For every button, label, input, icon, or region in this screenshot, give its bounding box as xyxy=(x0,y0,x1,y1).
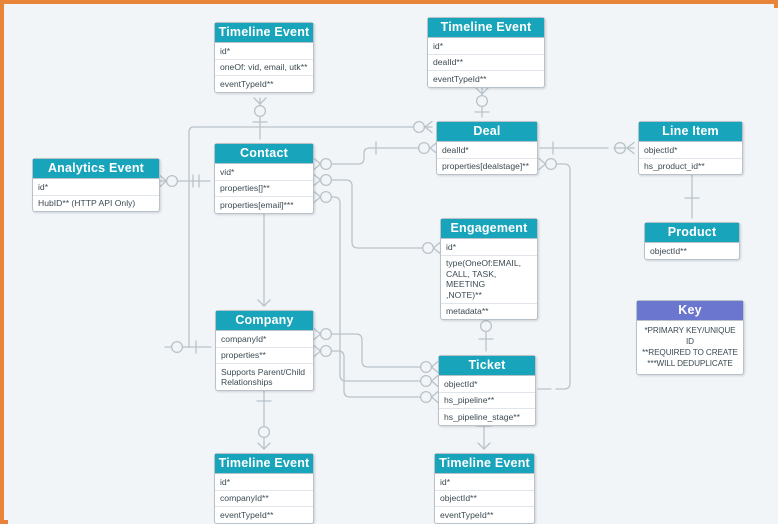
entity-field: eventTypeId** xyxy=(440,509,494,520)
entity-field: metadata** xyxy=(446,306,489,316)
entity-field: properties[dealstage]** xyxy=(442,161,529,171)
entity-field: hs_pipeline** xyxy=(439,393,535,409)
entity-title: Timeline Event xyxy=(435,454,534,474)
entity-fields: id* dealId** eventTypeId** xyxy=(428,38,544,87)
entity-field: hs_pipeline_stage** xyxy=(444,411,520,422)
entity-title: Company xyxy=(216,311,313,331)
entity-timeline-event-company[interactable]: Timeline Event id* companyId** eventType… xyxy=(214,453,314,524)
screenshot-frame: Timeline Event id* oneOf: vid, email, ut… xyxy=(0,0,778,524)
entity-field: dealId* xyxy=(437,142,537,159)
entity-contact[interactable]: Contact vid* properties[]** properties[e… xyxy=(214,143,314,214)
entity-field: eventTypeId** xyxy=(220,509,274,520)
entity-field: Supports Parent/Child Relationships xyxy=(221,366,306,388)
entity-fields: id* objectId** eventTypeId** xyxy=(435,474,534,523)
entity-ticket[interactable]: Ticket objectId* hs_pipeline** hs_pipeli… xyxy=(438,355,536,426)
entity-fields: dealId* properties[dealstage]** xyxy=(437,142,537,174)
entity-field: eventTypeId** xyxy=(220,78,274,89)
entity-deal[interactable]: Deal dealId* properties[dealstage]** xyxy=(436,121,538,175)
entity-title: Engagement xyxy=(441,219,537,239)
entity-timeline-event-ticket[interactable]: Timeline Event id* objectId** eventTypeI… xyxy=(434,453,535,524)
entity-field: hs_product_id** xyxy=(644,161,705,171)
entity-field: oneOf: vid, email, utk** xyxy=(215,60,313,76)
entity-field: objectId** xyxy=(435,491,534,507)
entity-timeline-event-contact[interactable]: Timeline Event id* oneOf: vid, email, ut… xyxy=(214,22,314,93)
entity-engagement[interactable]: Engagement id* type(OneOf:EMAIL, CALL, T… xyxy=(440,218,538,320)
entity-fields: id* HubID** (HTTP API Only) xyxy=(33,179,159,211)
entity-field: objectId** xyxy=(650,245,687,256)
entity-fields: objectId** xyxy=(645,243,739,259)
entity-fields: id* type(OneOf:EMAIL, CALL, TASK, MEETIN… xyxy=(441,239,537,319)
key-legend-body: *PRIMARY KEY/UNIQUE ID **REQUIRED TO CRE… xyxy=(637,321,743,374)
entity-title: Timeline Event xyxy=(215,23,313,43)
entity-field: id* xyxy=(215,474,313,491)
entity-field: id* xyxy=(428,38,544,55)
entity-field: id* xyxy=(435,474,534,491)
key-legend-text: *PRIMARY KEY/UNIQUE ID **REQUIRED TO CRE… xyxy=(642,326,738,368)
connector-layer xyxy=(159,87,700,450)
entity-title: Ticket xyxy=(439,356,535,376)
entity-field: companyId* xyxy=(216,331,313,348)
entity-timeline-event-deal[interactable]: Timeline Event id* dealId** eventTypeId*… xyxy=(427,17,545,88)
entity-title: Analytics Event xyxy=(33,159,159,179)
entity-field: dealId** xyxy=(428,55,544,71)
entity-product[interactable]: Product objectId** xyxy=(644,222,740,260)
entity-fields: companyId* properties** Supports Parent/… xyxy=(216,331,313,390)
entity-field: properties[email]*** xyxy=(220,199,294,210)
entity-analytics-event[interactable]: Analytics Event id* HubID** (HTTP API On… xyxy=(32,158,160,212)
entity-title: Timeline Event xyxy=(428,18,544,38)
entity-title: Line Item xyxy=(639,122,742,142)
key-legend: Key *PRIMARY KEY/UNIQUE ID **REQUIRED TO… xyxy=(636,300,744,375)
diagram-canvas: Timeline Event id* oneOf: vid, email, ut… xyxy=(8,8,778,524)
entity-field: id* xyxy=(215,43,313,60)
entity-fields: objectId* hs_pipeline** hs_pipeline_stag… xyxy=(439,376,535,425)
key-legend-title: Key xyxy=(637,301,743,321)
entity-field: id* xyxy=(33,179,159,196)
entity-field: objectId* xyxy=(439,376,535,393)
entity-field: objectId* xyxy=(639,142,742,159)
entity-line-item[interactable]: Line Item objectId* hs_product_id** xyxy=(638,121,743,175)
entity-field: properties** xyxy=(216,348,313,364)
entity-title: Deal xyxy=(437,122,537,142)
entity-fields: objectId* hs_product_id** xyxy=(639,142,742,174)
entity-title: Contact xyxy=(215,144,313,164)
entity-fields: id* companyId** eventTypeId** xyxy=(215,474,313,523)
entity-fields: id* oneOf: vid, email, utk** eventTypeId… xyxy=(215,43,313,92)
entity-title: Timeline Event xyxy=(215,454,313,474)
entity-company[interactable]: Company companyId* properties** Supports… xyxy=(215,310,314,391)
entity-field: eventTypeId** xyxy=(433,73,487,84)
entity-field: type(OneOf:EMAIL, CALL, TASK, MEETING ,N… xyxy=(441,256,537,304)
entity-field: properties[]** xyxy=(215,181,313,197)
entity-fields: vid* properties[]** properties[email]*** xyxy=(215,164,313,213)
entity-field: HubID** (HTTP API Only) xyxy=(38,198,136,208)
entity-title: Product xyxy=(645,223,739,243)
entity-field: companyId** xyxy=(215,491,313,507)
entity-field: vid* xyxy=(215,164,313,181)
entity-field: id* xyxy=(441,239,537,256)
